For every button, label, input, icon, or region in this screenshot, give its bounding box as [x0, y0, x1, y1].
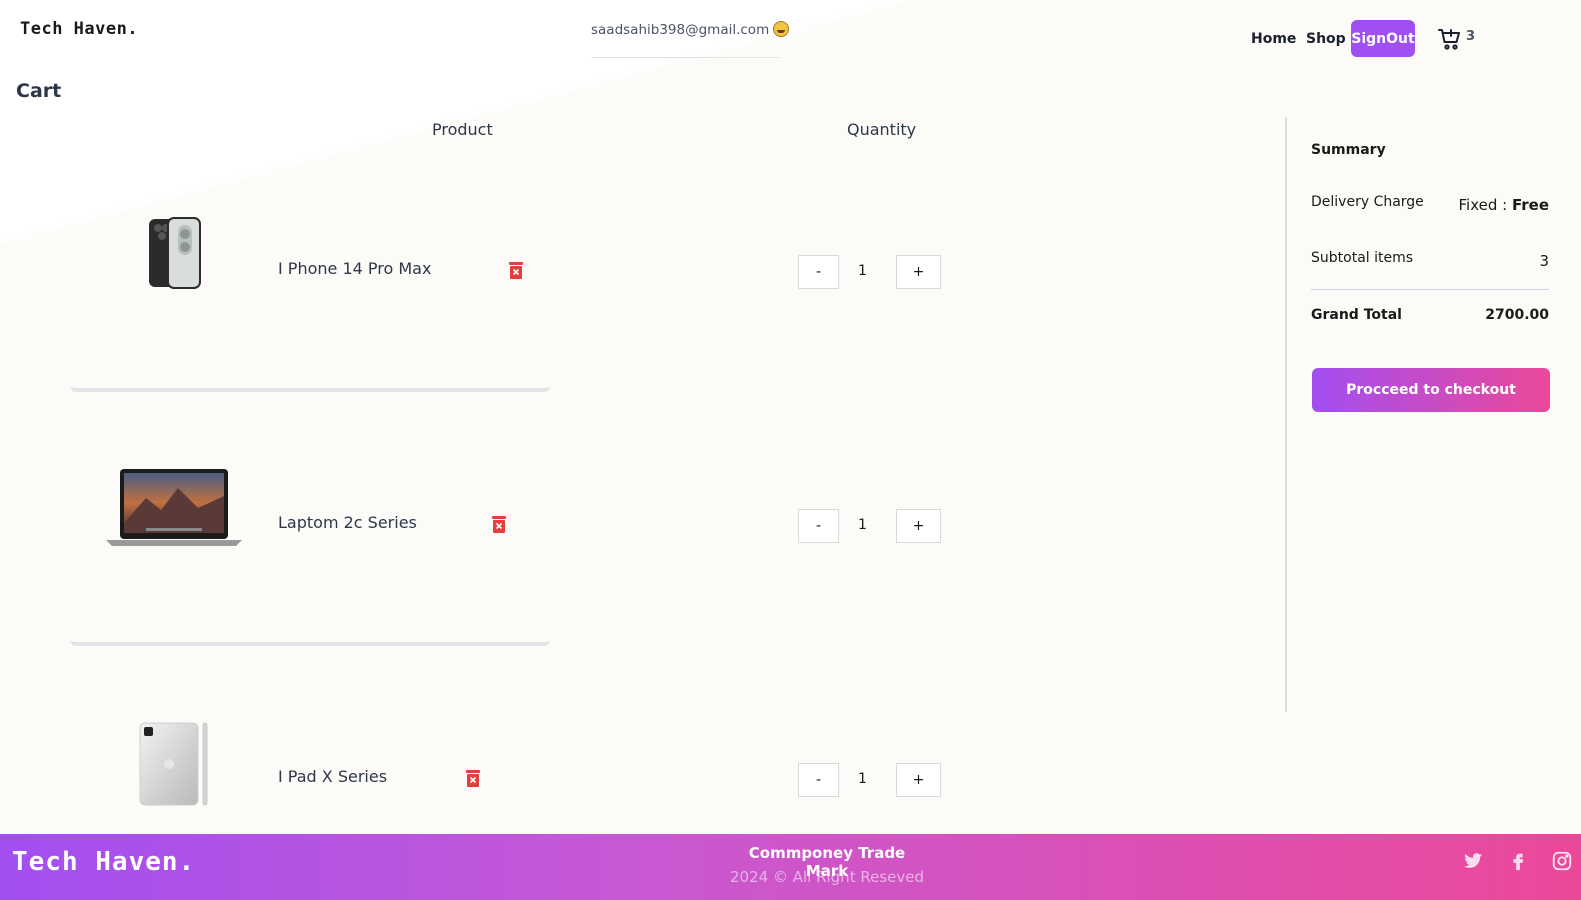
column-header-product: Product — [432, 120, 493, 139]
laptop-image — [106, 469, 242, 546]
delivery-free: Free — [1511, 196, 1549, 214]
decrease-quantity-button[interactable]: - — [798, 255, 839, 289]
nav-home[interactable]: Home — [1251, 31, 1296, 47]
grand-total-label: Grand Total — [1311, 307, 1402, 323]
increase-quantity-button[interactable]: + — [896, 763, 941, 797]
trash-icon[interactable] — [465, 769, 481, 787]
footer-copyright: 2024 © All Right Reseved — [730, 868, 924, 886]
column-header-quantity: Quantity — [847, 120, 917, 139]
trash-icon[interactable] — [508, 261, 524, 279]
decrease-quantity-button[interactable]: - — [798, 763, 839, 797]
decrease-quantity-button[interactable]: - — [798, 509, 839, 543]
checkout-button[interactable]: Procceed to checkout — [1312, 368, 1550, 412]
nav-shop[interactable]: Shop — [1306, 31, 1346, 47]
smile-emoji-icon — [773, 21, 790, 37]
increase-quantity-button[interactable]: + — [896, 255, 941, 289]
quantity-stepper: - 1 + — [798, 509, 941, 543]
iphone-image — [149, 217, 201, 289]
delivery-prefix: Fixed : — [1458, 196, 1512, 214]
cart-count-badge: 3 — [1466, 29, 1476, 44]
footer-logo[interactable]: Tech Haven. — [12, 847, 195, 877]
page-title: Cart — [16, 80, 62, 102]
footer: Tech Haven. Commponey Trade Mark 2024 © … — [0, 834, 1581, 900]
summary-title: Summary — [1311, 142, 1386, 158]
twitter-icon[interactable] — [1462, 850, 1484, 872]
subtotal-label: Subtotal items — [1311, 250, 1414, 266]
product-name[interactable]: Laptom 2c Series — [278, 513, 417, 532]
header: Tech Haven. saadsahib398@gmail.com Home … — [0, 0, 1581, 70]
ipad-image — [139, 722, 208, 806]
quantity-value: 1 — [858, 771, 867, 787]
quantity-stepper: - 1 + — [798, 763, 941, 797]
cart-item-row: Laptom 2c Series — [70, 392, 550, 646]
delivery-charge-label: Delivery Charge — [1311, 194, 1424, 210]
summary-divider — [1285, 117, 1287, 712]
increase-quantity-button[interactable]: + — [896, 509, 941, 543]
user-email-text: saadsahib398@gmail.com — [591, 22, 770, 38]
product-name[interactable]: I Pad X Series — [278, 767, 387, 786]
signout-button[interactable]: SignOut — [1351, 20, 1415, 57]
grand-total-value: 2700.00 — [1485, 307, 1549, 323]
product-name[interactable]: I Phone 14 Pro Max — [278, 259, 431, 278]
site-logo[interactable]: Tech Haven. — [20, 19, 138, 39]
quantity-value: 1 — [858, 263, 867, 279]
quantity-stepper: - 1 + — [798, 255, 941, 289]
facebook-icon[interactable] — [1507, 850, 1529, 872]
instagram-icon[interactable] — [1551, 850, 1573, 872]
trash-icon[interactable] — [491, 515, 507, 533]
subtotal-value: 3 — [1539, 252, 1549, 270]
summary-separator — [1311, 289, 1549, 290]
delivery-charge-value: Fixed : Free — [1459, 196, 1550, 214]
cart-item-row: I Phone 14 Pro Max — [70, 138, 550, 392]
shopping-cart-icon[interactable] — [1438, 27, 1462, 51]
user-email: saadsahib398@gmail.com — [591, 21, 790, 58]
quantity-value: 1 — [858, 517, 867, 533]
